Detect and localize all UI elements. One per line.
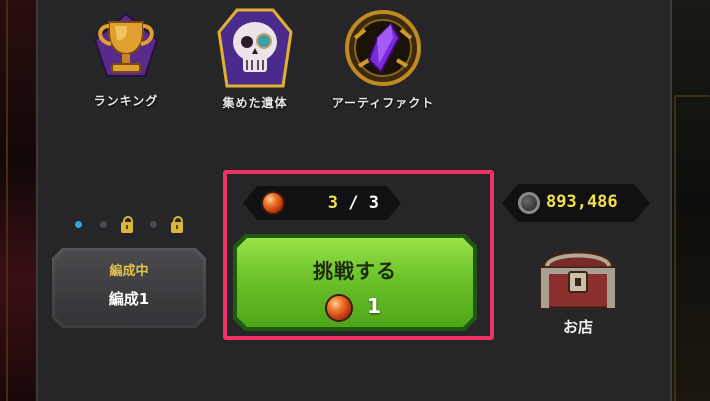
formation-page-dot[interactable] [150,221,157,228]
right-background-strip [672,0,710,401]
challenge-button-face: 挑戦する 1 [237,238,473,327]
purple-gem-icon [343,8,423,88]
challenge-label: 挑戦する [313,259,397,283]
stamina-current: 3 [327,193,338,213]
formation-button-face: 編成中 編成1 [55,251,203,325]
formation-button[interactable]: 編成中 編成1 [52,248,206,328]
currency-counter: 893,486 [502,184,650,222]
lock-icon [171,216,183,233]
stamina-counter: 3 / 3 [243,186,401,220]
stamina-text: 3 / 3 [328,193,379,213]
challenge-button[interactable]: 挑戦する 1 [233,234,477,331]
formation-status: 編成中 [109,264,149,279]
shop-label: お店 [562,318,593,336]
formation-page-dot-active[interactable] [75,221,82,228]
treasure-chest-icon [533,238,623,312]
left-background-strip [0,0,36,401]
artifact-menu-item[interactable]: アーティファクト [322,8,444,111]
relics-label: 集めた遺体 [222,96,288,110]
trophy-icon [87,10,165,86]
currency-value: 893,486 [546,192,618,212]
cost-orb-icon [327,296,351,320]
shop-button[interactable]: お店 [528,238,628,337]
stamina-orb-icon [263,193,283,213]
lock-icon [121,216,133,233]
stamina-max: 3 [368,193,379,213]
formation-name: 編成1 [108,290,150,308]
coin-icon [518,192,540,214]
ranking-menu-item[interactable]: ランキング [82,10,170,109]
ranking-label: ランキング [93,94,159,108]
relics-menu-item[interactable]: 集めた遺体 [208,8,302,111]
artifact-label: アーティファクト [331,96,435,110]
challenge-cost: 1 [367,294,381,318]
stamina-separator: / [348,193,359,213]
skull-icon [215,8,295,88]
formation-page-dot[interactable] [100,221,107,228]
